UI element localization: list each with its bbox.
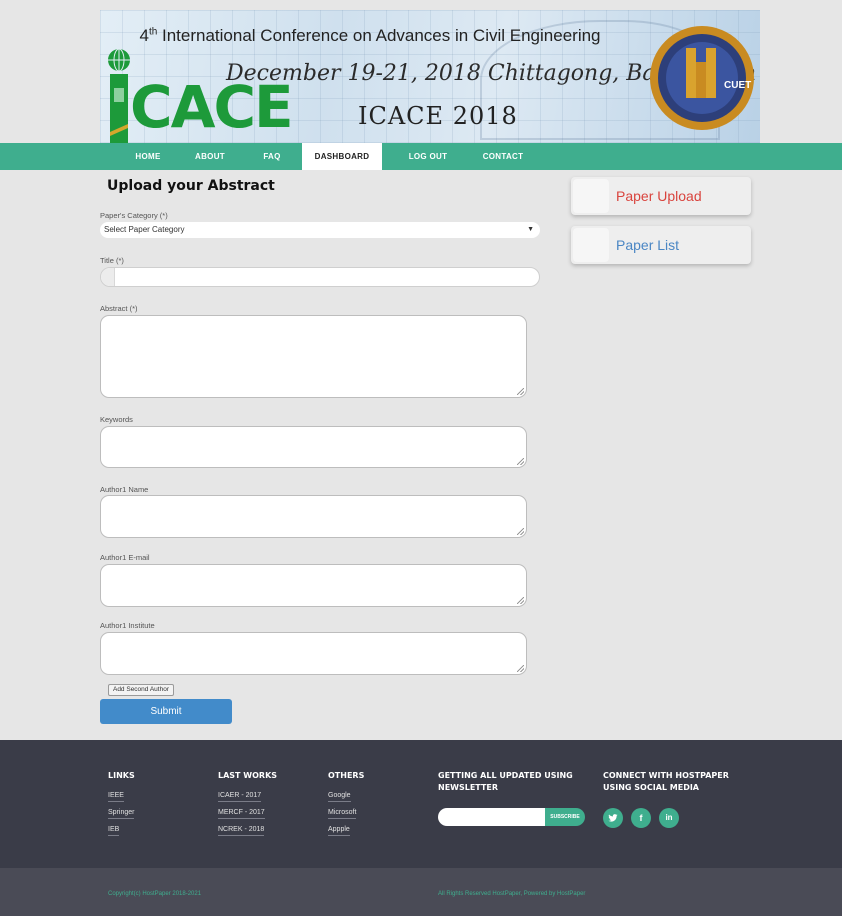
title-input-addon (101, 268, 115, 286)
resize-grip-icon[interactable] (517, 528, 524, 535)
footer-link-ieb[interactable]: IEB (108, 826, 120, 836)
rights-text: All Rights Reserved HostPaper, Powered b… (438, 891, 586, 897)
nav-logout[interactable]: LOG OUT (398, 143, 458, 170)
resize-grip-icon[interactable] (517, 458, 524, 465)
subscribe-button[interactable]: SUBSCRIBE (545, 808, 585, 826)
footer-links-heading: LINKS (108, 771, 135, 780)
footer-link-google[interactable]: Google (328, 792, 351, 802)
page-title: Upload your Abstract (107, 178, 275, 194)
resize-grip-icon[interactable] (517, 597, 524, 604)
footer-link-microsoft[interactable]: Microsoft (328, 809, 357, 819)
nav-contact[interactable]: CONTACT (472, 143, 534, 170)
twitter-icon[interactable] (603, 808, 623, 828)
abstract-label: Abstract (*) (100, 304, 138, 313)
footer-link-springer[interactable]: Springer (108, 809, 135, 819)
nav-faq[interactable]: FAQ (254, 143, 290, 170)
footer-link-appple[interactable]: Appple (328, 826, 350, 836)
icace-logo: CACE (130, 73, 294, 141)
nav-home[interactable]: HOME (122, 143, 174, 170)
conference-banner: 4th International Conference on Advances… (100, 10, 760, 143)
paper-list-icon (573, 228, 609, 262)
footer-link-mercf[interactable]: MERCF - 2017 (218, 809, 265, 819)
globe-logo-icon (108, 48, 130, 143)
keywords-textarea[interactable] (100, 426, 527, 468)
banner-conference-title: 4th International Conference on Advances… (139, 26, 601, 45)
add-second-author-button[interactable]: Add Second Author (108, 684, 174, 696)
author-name-label: Author1 Name (100, 485, 149, 494)
paper-upload-icon (573, 179, 609, 213)
banner-event-name: ICACE 2018 (358, 102, 518, 130)
author-institute-textarea[interactable] (100, 632, 527, 675)
footer-others-heading: OTHERS (328, 771, 365, 780)
copyright-text: Copyright(c) HostPaper 2018-2021 (108, 891, 202, 897)
resize-grip-icon[interactable] (517, 665, 524, 672)
footer-link-ieee[interactable]: IEEE (108, 792, 124, 802)
paper-upload-card[interactable]: Paper Upload (571, 177, 751, 215)
author-name-textarea[interactable] (100, 495, 527, 538)
nav-dashboard[interactable]: DASHBOARD (302, 143, 382, 170)
paper-list-label: Paper List (616, 237, 680, 253)
main-nav: HOME ABOUT FAQ DASHBOARD LOG OUT CONTACT (0, 143, 842, 170)
title-input[interactable] (100, 267, 540, 287)
paper-list-card[interactable]: Paper List (571, 226, 751, 264)
resize-grip-icon[interactable] (517, 388, 524, 395)
caret-down-icon: ▼ (527, 226, 534, 233)
abstract-textarea[interactable] (100, 315, 527, 398)
svg-text:CUET: CUET (724, 80, 751, 91)
footer-link-ncrek[interactable]: NCREK - 2018 (218, 826, 265, 836)
paper-upload-label: Paper Upload (616, 188, 702, 204)
submit-button[interactable]: Submit (100, 699, 232, 724)
title-label: Title (*) (100, 256, 124, 265)
nav-about[interactable]: ABOUT (186, 143, 234, 170)
cuet-seal-icon: CUET (650, 26, 754, 130)
author-email-label: Author1 E-mail (100, 553, 150, 562)
footer-newsletter-heading: GETTING ALL UPDATED USING NEWSLETTER (438, 771, 573, 792)
author-email-textarea[interactable] (100, 564, 527, 607)
author-institute-label: Author1 Institute (100, 621, 155, 630)
footer-last-works-heading: LAST WORKS (218, 771, 278, 780)
category-select[interactable]: Select Paper Category ▼ (100, 222, 540, 238)
newsletter-email-input[interactable] (438, 808, 546, 826)
footer-social-heading: CONNECT WITH HOSTPAPER USING SOCIAL MEDIA (603, 771, 729, 792)
keywords-label: Keywords (100, 415, 133, 424)
footer-link-icaer[interactable]: ICAER - 2017 (218, 792, 262, 802)
facebook-icon[interactable]: f (631, 808, 651, 828)
linkedin-icon[interactable]: in (659, 808, 679, 828)
category-select-value: Select Paper Category (104, 225, 185, 234)
category-label: Paper's Category (*) (100, 211, 168, 220)
footer (0, 740, 842, 868)
